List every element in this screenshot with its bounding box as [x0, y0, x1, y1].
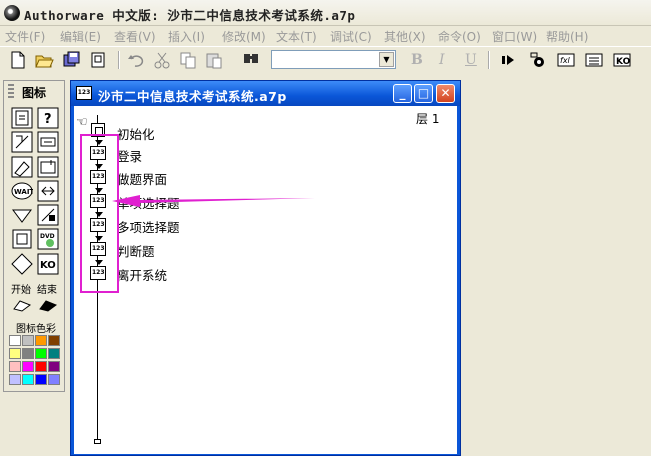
control-panel-icon[interactable]: [528, 50, 548, 70]
flow-icon-label[interactable]: 判断题: [117, 241, 155, 260]
flow-icon-label[interactable]: 初始化: [117, 124, 155, 143]
color-swatch[interactable]: [9, 335, 21, 346]
paste-icon[interactable]: [204, 50, 224, 70]
close-button[interactable]: ✕: [436, 84, 455, 103]
variables-icon[interactable]: [584, 50, 604, 70]
decision-icon[interactable]: [11, 204, 33, 226]
paste-hand-icon[interactable]: ☜: [76, 115, 88, 130]
style-combo[interactable]: ▼: [271, 50, 396, 69]
display-icon[interactable]: [11, 107, 33, 129]
svg-text:DVD: DVD: [40, 233, 55, 240]
erase-icon[interactable]: [11, 131, 33, 153]
bold-button[interactable]: B: [411, 52, 423, 68]
menu-view[interactable]: 查看(V): [114, 28, 156, 45]
menu-file[interactable]: 文件(F): [5, 28, 45, 45]
find-icon[interactable]: [242, 50, 262, 70]
navigate-icon[interactable]: [11, 156, 33, 178]
menu-help[interactable]: 帮助(H): [546, 28, 588, 45]
color-swatch[interactable]: [22, 361, 34, 372]
window-titlebar[interactable]: 123 沙市二中信息技术考试系统.a7p _ □ ✕: [71, 81, 460, 106]
menubar: 文件(F) 编辑(E) 查看(V) 插入(I) 修改(M) 文本(T) 调试(C…: [0, 25, 651, 45]
knowledge-object-icon[interactable]: KO: [37, 253, 59, 275]
functions-icon[interactable]: fxl: [556, 50, 576, 70]
annotation-arrow-icon: [112, 195, 315, 207]
menu-modify[interactable]: 修改(M): [222, 28, 266, 45]
minimize-button[interactable]: _: [393, 84, 412, 103]
end-flag-icon[interactable]: [37, 294, 59, 312]
cut-icon[interactable]: [152, 50, 172, 70]
dvd-icon[interactable]: DVD: [37, 228, 59, 250]
color-swatch[interactable]: [48, 374, 60, 385]
color-swatch[interactable]: [35, 361, 47, 372]
underline-button[interactable]: U: [465, 52, 477, 68]
flow-icon-label[interactable]: 离开系统: [117, 265, 167, 284]
navigate-arrows-icon[interactable]: [37, 180, 59, 202]
import-icon[interactable]: [88, 50, 108, 70]
map-diamond-icon[interactable]: [11, 253, 33, 275]
window-title: 沙市二中信息技术考试系统.a7p: [98, 89, 287, 104]
menu-text[interactable]: 文本(T): [276, 28, 317, 45]
wait-button-icon[interactable]: WAIT: [11, 180, 34, 202]
open-icon[interactable]: [34, 50, 54, 70]
color-swatch[interactable]: [9, 361, 21, 372]
interaction-icon[interactable]: [37, 204, 59, 226]
grip-handle-icon[interactable]: [8, 84, 14, 98]
wait-icon[interactable]: [37, 131, 59, 153]
icon-color-label: 图标色彩: [16, 324, 56, 335]
color-swatch[interactable]: [22, 348, 34, 359]
menu-window[interactable]: 窗口(W): [492, 28, 537, 45]
motion-icon[interactable]: ?: [37, 107, 59, 129]
svg-text:WAIT: WAIT: [14, 188, 33, 196]
save-all-icon[interactable]: [62, 50, 82, 70]
menu-debug[interactable]: 调试(C): [330, 28, 372, 45]
copy-icon[interactable]: [178, 50, 198, 70]
icon-palette: 图标 ? WAIT DVD KO 开始 结束 图标色彩: [3, 80, 65, 392]
color-swatch[interactable]: [35, 335, 47, 346]
menu-other[interactable]: 其他(X): [384, 28, 426, 45]
combo-dropdown-icon[interactable]: ▼: [379, 52, 394, 67]
palette-title: 图标: [22, 86, 47, 100]
new-icon[interactable]: [8, 50, 28, 70]
svg-text:KO: KO: [40, 260, 56, 271]
menu-command[interactable]: 命令(O): [438, 28, 481, 45]
undo-icon[interactable]: [126, 50, 146, 70]
toolbar-separator: [488, 51, 490, 69]
framework-icon[interactable]: [37, 156, 59, 178]
flow-icon-label[interactable]: 做题界面: [117, 169, 167, 188]
authorware-logo-icon: [4, 5, 20, 21]
flowline-end-marker: [94, 439, 101, 444]
color-swatch[interactable]: [9, 348, 21, 359]
svg-text:?: ?: [44, 112, 52, 127]
menu-edit[interactable]: 编辑(E): [60, 28, 101, 45]
color-swatch[interactable]: [22, 374, 34, 385]
knowledge-objects-icon[interactable]: KO: [612, 50, 632, 70]
color-swatch[interactable]: [9, 374, 21, 385]
color-swatch[interactable]: [35, 348, 47, 359]
calculation-icon[interactable]: [11, 228, 33, 250]
color-swatch[interactable]: [22, 335, 34, 346]
svg-text:KO: KO: [616, 57, 631, 67]
app-title: Authorware 中文版: 沙市二中信息技术考试系统.a7p: [24, 8, 356, 23]
start-flag-icon[interactable]: [11, 294, 33, 312]
annotation-highlight-box: [80, 134, 119, 293]
level-indicator: 层 1: [416, 112, 440, 126]
toolbar-separator: [118, 51, 120, 69]
color-swatch[interactable]: [48, 335, 60, 346]
flow-icon-label[interactable]: 多项选择题: [117, 217, 180, 236]
svg-text:fxl: fxl: [560, 56, 571, 65]
color-swatch[interactable]: [48, 348, 60, 359]
flow-icon-label[interactable]: 登录: [117, 146, 142, 165]
app-titlebar: Authorware 中文版: 沙市二中信息技术考试系统.a7p: [0, 0, 651, 26]
color-swatch[interactable]: [48, 361, 60, 372]
maximize-button[interactable]: □: [414, 84, 433, 103]
run-icon[interactable]: [498, 50, 518, 70]
italic-button[interactable]: I: [439, 52, 445, 68]
color-swatch[interactable]: [35, 374, 47, 385]
window-icon: 123: [76, 86, 92, 100]
menu-insert[interactable]: 插入(I): [168, 28, 205, 45]
palette-header[interactable]: 图标: [4, 81, 64, 101]
